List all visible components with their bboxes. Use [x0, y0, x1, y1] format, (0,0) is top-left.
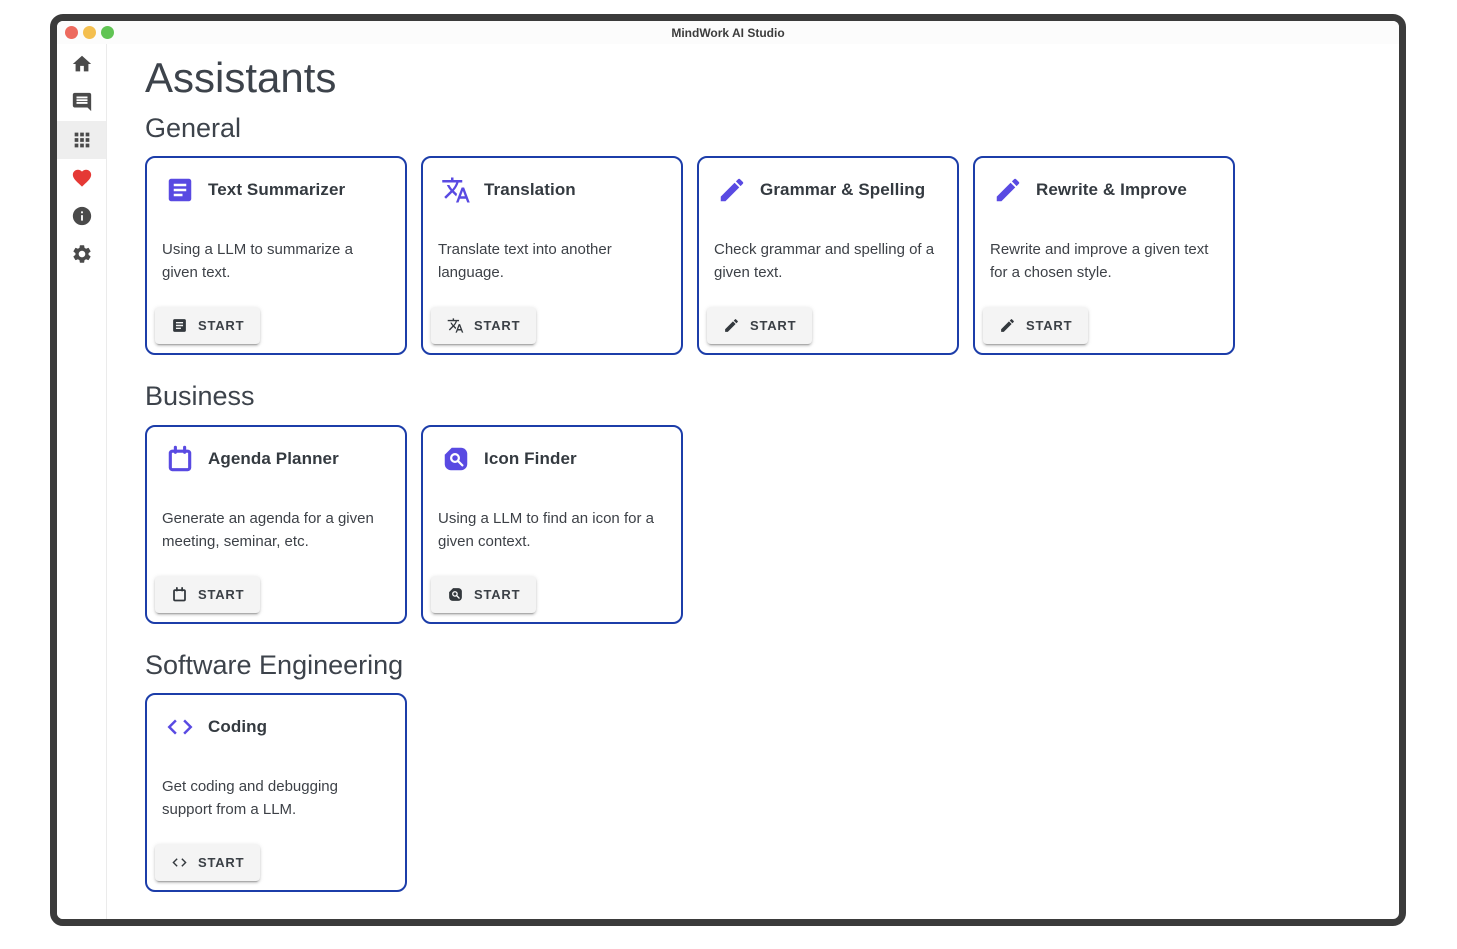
start-button[interactable]: START — [983, 307, 1088, 344]
card-header: Rewrite & Improve — [990, 175, 1218, 205]
assistant-section: Software Engineering Coding Get coding a… — [145, 649, 1399, 892]
card-header: Text Summarizer — [162, 175, 390, 205]
document-icon — [171, 317, 188, 334]
card-description: Translate text into another language. — [438, 238, 666, 284]
start-button-label: START — [198, 855, 244, 870]
card-header: Icon Finder — [438, 444, 666, 474]
sidebar-item-assistants[interactable] — [57, 121, 106, 159]
sidebar-item-chat[interactable] — [57, 83, 106, 121]
card-title: Translation — [484, 180, 576, 200]
app-window: MindWork AI Studio Assistants General Te… — [50, 14, 1406, 926]
window-body: Assistants General Text Summarizer Using… — [57, 44, 1399, 919]
calendar-icon — [165, 444, 195, 474]
card-description: Check grammar and spelling of a given te… — [714, 238, 942, 284]
assistant-card: Grammar & Spelling Check grammar and spe… — [697, 156, 959, 355]
assistant-card: Text Summarizer Using a LLM to summarize… — [145, 156, 407, 355]
card-title: Coding — [208, 717, 267, 737]
window-title: MindWork AI Studio — [57, 26, 1399, 40]
icon-search-icon — [447, 586, 464, 603]
sidebar-item-settings[interactable] — [57, 235, 106, 273]
assistant-card: Rewrite & Improve Rewrite and improve a … — [973, 156, 1235, 355]
card-title: Rewrite & Improve — [1036, 180, 1187, 200]
card-description: Rewrite and improve a given text for a c… — [990, 238, 1218, 284]
code-icon — [171, 854, 188, 871]
assistant-sections: General Text Summarizer Using a LLM to s… — [145, 112, 1399, 892]
info-icon — [71, 205, 93, 227]
card-title: Agenda Planner — [208, 449, 339, 469]
card-header: Translation — [438, 175, 666, 205]
start-button-label: START — [198, 587, 244, 602]
pencil-icon — [717, 175, 747, 205]
card-header: Coding — [162, 712, 390, 742]
home-icon — [71, 53, 93, 75]
section-heading: General — [145, 112, 1399, 144]
card-row: Text Summarizer Using a LLM to summarize… — [145, 156, 1399, 355]
start-button-label: START — [750, 318, 796, 333]
card-title: Grammar & Spelling — [760, 180, 925, 200]
start-button[interactable]: START — [707, 307, 812, 344]
minimize-button[interactable] — [83, 26, 96, 39]
assistant-card: Icon Finder Using a LLM to find an icon … — [421, 425, 683, 624]
card-description: Using a LLM to summarize a given text. — [162, 238, 390, 284]
translate-icon — [441, 175, 471, 205]
start-button-label: START — [474, 318, 520, 333]
card-description: Using a LLM to find an icon for a given … — [438, 507, 666, 553]
assistant-section: General Text Summarizer Using a LLM to s… — [145, 112, 1399, 355]
code-icon — [165, 712, 195, 742]
traffic-lights — [65, 26, 114, 39]
card-header: Agenda Planner — [162, 444, 390, 474]
heart-icon — [71, 167, 93, 189]
card-row: Agenda Planner Generate an agenda for a … — [145, 425, 1399, 624]
apps-icon — [71, 129, 93, 151]
start-button-label: START — [1026, 318, 1072, 333]
start-button[interactable]: START — [155, 307, 260, 344]
chat-icon — [71, 91, 93, 113]
close-button[interactable] — [65, 26, 78, 39]
card-header: Grammar & Spelling — [714, 175, 942, 205]
card-description: Generate an agenda for a given meeting, … — [162, 507, 390, 553]
section-heading: Software Engineering — [145, 649, 1399, 681]
zoom-button[interactable] — [101, 26, 114, 39]
card-title: Text Summarizer — [208, 180, 345, 200]
calendar-icon — [171, 586, 188, 603]
card-title: Icon Finder — [484, 449, 577, 469]
icon-search-icon — [441, 444, 471, 474]
sidebar-item-about[interactable] — [57, 197, 106, 235]
section-heading: Business — [145, 380, 1399, 412]
document-icon — [165, 175, 195, 205]
assistant-card: Coding Get coding and debugging support … — [145, 693, 407, 892]
assistant-section: Business Agenda Planner Generate an agen… — [145, 380, 1399, 623]
sidebar-item-favorites[interactable] — [57, 159, 106, 197]
pencil-icon — [993, 175, 1023, 205]
sidebar — [57, 44, 107, 919]
start-button-label: START — [474, 587, 520, 602]
page-title: Assistants — [145, 54, 1399, 101]
settings-icon — [71, 243, 93, 265]
pencil-icon — [999, 317, 1016, 334]
assistant-card: Agenda Planner Generate an agenda for a … — [145, 425, 407, 624]
start-button[interactable]: START — [155, 844, 260, 881]
pencil-icon — [723, 317, 740, 334]
start-button[interactable]: START — [155, 576, 260, 613]
start-button[interactable]: START — [431, 307, 536, 344]
start-button-label: START — [198, 318, 244, 333]
card-row: Coding Get coding and debugging support … — [145, 693, 1399, 892]
translate-icon — [447, 317, 464, 334]
start-button[interactable]: START — [431, 576, 536, 613]
main-content: Assistants General Text Summarizer Using… — [107, 44, 1399, 919]
sidebar-item-home[interactable] — [57, 45, 106, 83]
titlebar: MindWork AI Studio — [57, 21, 1399, 44]
card-description: Get coding and debugging support from a … — [162, 775, 390, 821]
assistant-card: Translation Translate text into another … — [421, 156, 683, 355]
